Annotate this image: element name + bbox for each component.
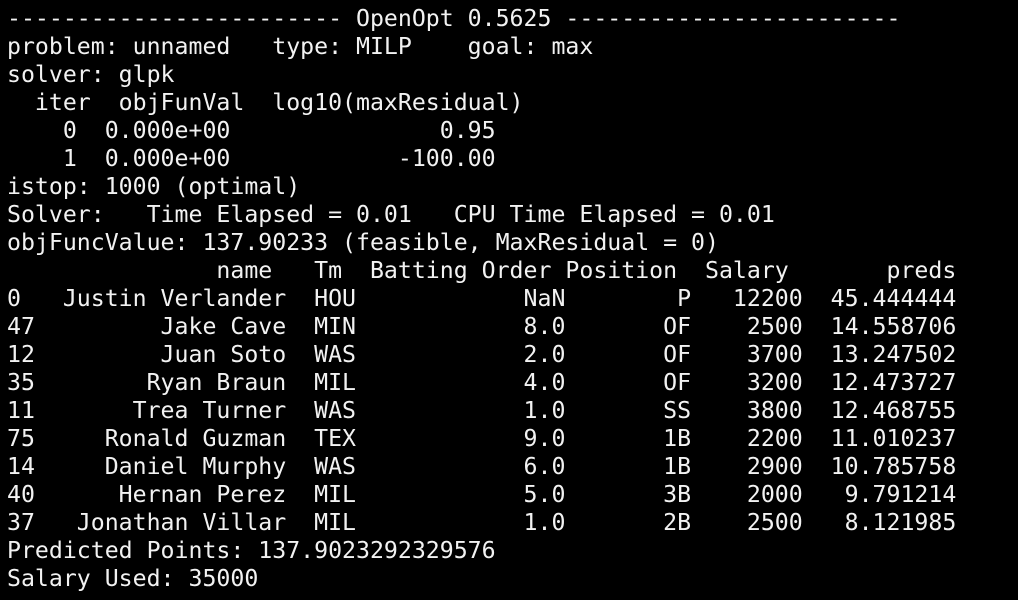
table-row: 35 Ryan Braun MIL 4.0 OF 3200 12.473727 <box>7 369 957 396</box>
predicted-points-line: Predicted Points: 137.9023292329576 <box>7 537 496 564</box>
iteration-row: 1 0.000e+00 -100.00 <box>7 145 496 172</box>
iteration-header-line: iter objFunVal log10(maxResidual) <box>7 89 524 116</box>
table-row: 75 Ronald Guzman TEX 9.0 1B 2200 11.0102… <box>7 425 957 452</box>
table-row: 0 Justin Verlander HOU NaN P 12200 45.44… <box>7 285 957 312</box>
table-row: 37 Jonathan Villar MIL 1.0 2B 2500 8.121… <box>7 509 957 536</box>
table-row: 40 Hernan Perez MIL 5.0 3B 2000 9.791214 <box>7 481 957 508</box>
table-row: 12 Juan Soto WAS 2.0 OF 3700 13.247502 <box>7 341 957 368</box>
table-row: 47 Jake Cave MIN 8.0 OF 2500 14.558706 <box>7 313 957 340</box>
openopt-banner-line: ------------------------ OpenOpt 0.5625 … <box>7 5 901 32</box>
terminal-window[interactable]: ------------------------ OpenOpt 0.5625 … <box>0 0 1018 600</box>
problem-info-line: problem: unnamed type: MILP goal: max <box>7 33 594 60</box>
iteration-row: 0 0.000e+00 0.95 <box>7 117 496 144</box>
istop-line: istop: 1000 (optimal) <box>7 173 301 200</box>
solver-line: solver: glpk <box>7 61 175 88</box>
table-header-line: name Tm Batting Order Position Salary pr… <box>7 257 957 284</box>
salary-used-line: Salary Used: 35000 <box>7 565 259 592</box>
time-elapsed-line: Solver: Time Elapsed = 0.01 CPU Time Ela… <box>7 201 775 228</box>
objective-value-line: objFuncValue: 137.90233 (feasible, MaxRe… <box>7 229 719 256</box>
table-row: 11 Trea Turner WAS 1.0 SS 3800 12.468755 <box>7 397 957 424</box>
table-row: 14 Daniel Murphy WAS 6.0 1B 2900 10.7857… <box>7 453 957 480</box>
